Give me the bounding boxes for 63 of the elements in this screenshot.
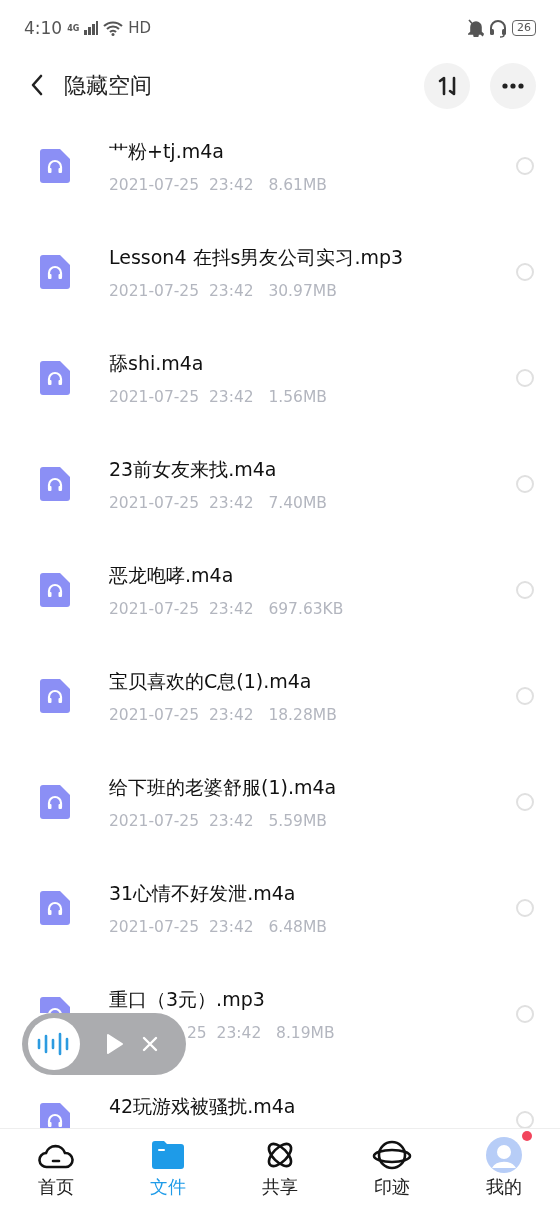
select-radio[interactable]	[516, 369, 534, 387]
close-icon	[142, 1036, 158, 1052]
orbit-icon	[265, 1140, 295, 1170]
audio-file-icon	[40, 679, 70, 713]
file-details: 2021-07-25 23:42 7.40MB	[109, 493, 327, 512]
file-details: 2021-07-25 23:42 8.61MB	[109, 175, 327, 194]
planet-icon	[372, 1139, 412, 1171]
nav-tab[interactable]: 我的	[448, 1129, 560, 1213]
headphones-icon	[489, 18, 507, 38]
select-radio[interactable]	[516, 475, 534, 493]
audio-file-icon	[40, 467, 70, 501]
hd-indicator: HD	[128, 19, 152, 37]
select-radio[interactable]	[516, 263, 534, 281]
file-details: 2021-07-25 23:42 30.97MB	[109, 281, 337, 300]
file-name: 恶龙咆哮.m4a	[109, 562, 235, 588]
file-name: Lesson4 在抖s男友公司实习.mp3	[109, 244, 405, 270]
more-button[interactable]	[490, 63, 536, 109]
sort-arrows-icon	[436, 76, 458, 96]
bell-off-icon	[468, 19, 484, 37]
waveform-icon	[37, 1032, 71, 1056]
file-name: 舔shi.m4a	[109, 350, 205, 376]
sort-button[interactable]	[424, 63, 470, 109]
file-name: 艹粉+tj.m4a	[109, 138, 225, 164]
battery-indicator: 26	[512, 20, 536, 36]
folder-icon	[152, 1141, 184, 1169]
waveform-button[interactable]	[28, 1018, 80, 1070]
back-icon	[30, 73, 44, 96]
select-radio[interactable]	[516, 899, 534, 917]
audio-file-icon	[40, 149, 70, 183]
file-details: 2021-07-25 23:42 18.28MB	[109, 705, 337, 724]
nav-tab[interactable]: 共享	[224, 1129, 336, 1213]
select-radio[interactable]	[516, 157, 534, 175]
file-details: 25 23:42 8.19MB	[187, 1023, 335, 1042]
avatar-icon	[486, 1137, 522, 1173]
nav-tab[interactable]: 首页	[0, 1129, 112, 1213]
signal-icon	[84, 21, 99, 35]
audio-file-icon	[40, 785, 70, 819]
file-name: 重口（3元）.mp3	[109, 986, 266, 1012]
audio-file-icon	[40, 573, 70, 607]
page-title: 隐藏空间	[64, 72, 152, 100]
select-radio[interactable]	[516, 581, 534, 599]
network-type: 4G	[67, 23, 80, 33]
file-name: 42玩游戏被骚扰.m4a	[109, 1094, 297, 1119]
file-name: 宝贝喜欢的C息(1).m4a	[109, 668, 313, 694]
audio-file-icon	[40, 255, 70, 289]
nav-tab[interactable]: 印迹	[336, 1129, 448, 1213]
select-radio[interactable]	[516, 793, 534, 811]
file-name: 给下班的老婆舒服(1).m4a	[109, 774, 338, 800]
select-radio[interactable]	[516, 687, 534, 705]
status-time: 4:10	[24, 18, 63, 38]
file-details: 2021-07-25 23:42 6.48MB	[109, 917, 327, 936]
more-icon	[502, 83, 524, 89]
audio-file-icon	[40, 997, 70, 1013]
select-radio[interactable]	[516, 1005, 534, 1023]
file-details: 2021-07-25 23:42 697.63KB	[109, 599, 344, 618]
file-name: 31心情不好发泄.m4a	[109, 880, 297, 906]
audio-file-icon	[40, 891, 70, 925]
play-icon	[106, 1033, 124, 1055]
audio-file-icon	[40, 361, 70, 395]
wifi-icon	[103, 20, 124, 36]
file-details: 2021-07-25 23:42 1.56MB	[109, 387, 327, 406]
file-details: 2021-07-25 23:42 5.59MB	[109, 811, 327, 830]
file-name: 23前女友来找.m4a	[109, 456, 278, 482]
